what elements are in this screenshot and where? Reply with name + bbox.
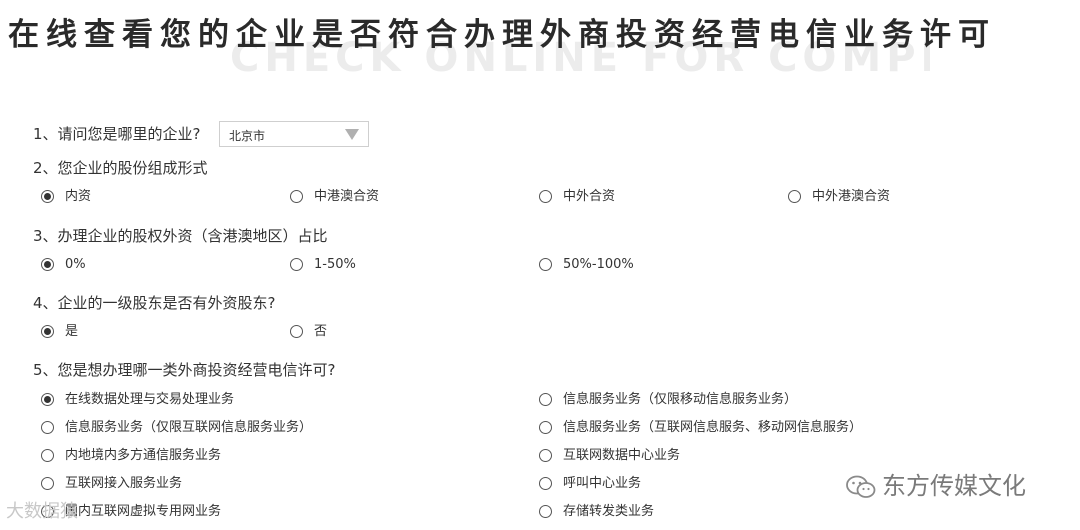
shareholding-form-option-label: 中外港澳合资 — [812, 189, 891, 204]
license-type-option-label: 存储转发类业务 — [563, 504, 655, 519]
radio-button[interactable] — [539, 505, 552, 518]
foreign-ratio-option-label: 50%-100% — [563, 257, 634, 272]
radio-button[interactable] — [290, 258, 303, 271]
radio-button[interactable] — [41, 421, 54, 434]
radio-button[interactable] — [41, 325, 54, 338]
radio-button[interactable] — [539, 258, 552, 271]
question-5-label: 5、您是想办理哪一类外商投资经营电信许可? — [33, 361, 336, 379]
region-select[interactable]: 北京市 — [219, 121, 369, 147]
watermark-left: 大数据猿 — [6, 497, 78, 523]
radio-button[interactable] — [41, 258, 54, 271]
license-type-option-label: 互联网接入服务业务 — [65, 476, 183, 491]
foreign-shareholder-option-label: 是 — [65, 324, 79, 339]
wechat-icon — [846, 475, 876, 498]
radio-button[interactable] — [290, 325, 303, 338]
shareholding-form-option-label: 中外合资 — [563, 189, 616, 204]
radio-button[interactable] — [41, 477, 54, 490]
radio-button[interactable] — [539, 393, 552, 406]
radio-button[interactable] — [539, 421, 552, 434]
foreign-ratio-option-label: 0% — [65, 257, 86, 272]
license-type-option-label: 互联网数据中心业务 — [563, 448, 681, 463]
license-type-option-label: 信息服务业务（互联网信息服务、移动网信息服务） — [563, 420, 863, 435]
radio-button[interactable] — [41, 393, 54, 406]
radio-button[interactable] — [539, 449, 552, 462]
region-select-value: 北京市 — [229, 129, 266, 143]
watermark-right: 东方传媒文化 — [846, 466, 1026, 500]
radio-button[interactable] — [539, 190, 552, 203]
page-title: 在线查看您的企业是否符合办理外商投资经营电信业务许可 — [8, 17, 996, 53]
license-type-option-label: 在线数据处理与交易处理业务 — [65, 392, 235, 407]
license-type-option-label: 信息服务业务（仅限互联网信息服务业务） — [65, 420, 313, 435]
dropdown-arrow-icon — [345, 129, 359, 140]
radio-button[interactable] — [539, 477, 552, 490]
foreign-shareholder-option-label: 否 — [314, 324, 328, 339]
watermark-left-text: 大数据猿 — [6, 501, 78, 522]
watermark-right-text: 东方传媒文化 — [882, 472, 1026, 500]
question-3-label: 3、办理企业的股权外资（含港澳地区）占比 — [33, 227, 328, 245]
radio-button[interactable] — [41, 190, 54, 203]
shareholding-form-option-label: 中港澳合资 — [314, 189, 380, 204]
question-1-label: 1、请问您是哪里的企业? — [33, 125, 201, 143]
license-type-option-label: 内地境内多方通信服务业务 — [65, 448, 222, 463]
shareholding-form-option-label: 内资 — [65, 189, 92, 204]
radio-button[interactable] — [788, 190, 801, 203]
radio-button[interactable] — [41, 449, 54, 462]
question-4-label: 4、企业的一级股东是否有外资股东? — [33, 294, 276, 312]
radio-button[interactable] — [290, 190, 303, 203]
foreign-ratio-option-label: 1-50% — [314, 257, 356, 272]
license-type-option-label: 国内互联网虚拟专用网业务 — [65, 504, 222, 519]
question-2-label: 2、您企业的股份组成形式 — [33, 159, 208, 177]
license-type-option-label: 呼叫中心业务 — [563, 476, 642, 491]
license-type-option-label: 信息服务业务（仅限移动信息服务业务） — [563, 392, 798, 407]
